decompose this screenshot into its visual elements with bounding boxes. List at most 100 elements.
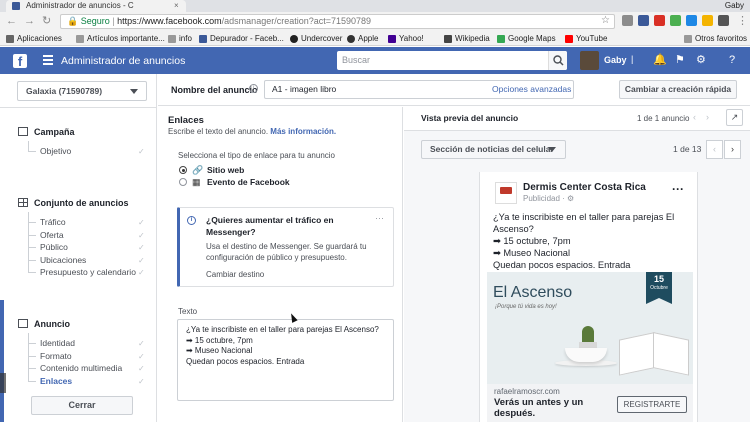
- preview-page-count: 1 de 13: [673, 144, 702, 154]
- gear-icon[interactable]: ⚙: [696, 54, 706, 67]
- info-icon: i: [187, 216, 196, 225]
- radio-website[interactable]: [179, 166, 187, 174]
- browser-tab[interactable]: Administrador de anuncios - C: [6, 0, 186, 12]
- image-subtitle: ¡Porque tú vida es hoy!: [495, 304, 557, 310]
- bookmark-item[interactable]: Yahoo!: [388, 31, 424, 46]
- calendar-icon: ▦: [192, 177, 201, 187]
- page-name[interactable]: Dermis Center Costa Rica: [523, 182, 646, 194]
- bookmark-item[interactable]: Google Maps: [497, 31, 556, 46]
- youtube-icon: [565, 34, 573, 43]
- more-options-icon[interactable]: ···: [375, 213, 384, 223]
- lock-icon: 🔒: [67, 16, 79, 26]
- check-icon: ✓: [138, 147, 145, 156]
- check-icon: ✓: [138, 377, 145, 386]
- account-selector[interactable]: Galaxia (71590789): [17, 81, 147, 101]
- ad-square-icon: [18, 319, 28, 328]
- menu-icon[interactable]: ⋮: [737, 14, 748, 28]
- bookmark-item[interactable]: YouTube: [565, 31, 607, 46]
- ad-text-input[interactable]: ¿Ya te inscribiste en el taller para par…: [177, 319, 394, 401]
- nav-item-identidad[interactable]: Identidad: [40, 338, 75, 349]
- page-logo: [495, 182, 517, 204]
- bookmark-item[interactable]: Apple: [347, 31, 378, 46]
- radio-facebook-event-label[interactable]: Evento de Facebook: [207, 177, 290, 187]
- wikipedia-icon: [444, 34, 452, 43]
- tip-body: Usa el destino de Messenger. Se guardará…: [206, 242, 367, 262]
- quick-create-button[interactable]: Cambiar a creación rápida: [619, 80, 737, 99]
- ad-name-label: Nombre del anuncio: [171, 85, 258, 95]
- tree-line: [28, 235, 36, 236]
- bookmarks-bar: Aplicaciones Artículos importante... inf…: [0, 31, 750, 46]
- info-icon[interactable]: i: [249, 84, 258, 93]
- bookmark-item[interactable]: Artículos importante...: [76, 31, 165, 46]
- close-button[interactable]: Cerrar: [31, 396, 133, 415]
- extension-icon[interactable]: [702, 15, 713, 26]
- advanced-options-link[interactable]: Opciones avanzadas: [492, 84, 571, 95]
- nav-item-publico[interactable]: Público: [40, 242, 68, 253]
- radio-facebook-event[interactable]: [179, 178, 187, 186]
- ad-image[interactable]: El Ascenso ¡Porque tú vida es hoy! 15 Oct…: [487, 272, 693, 384]
- browser-user[interactable]: Gaby: [725, 0, 744, 12]
- nav-section-adset[interactable]: Conjunto de anuncios: [18, 197, 129, 209]
- nav-section-campaign[interactable]: Campaña: [18, 126, 75, 138]
- app-title[interactable]: Administrador de anuncios: [61, 54, 185, 68]
- extension-icon[interactable]: [638, 15, 649, 26]
- more-info-link[interactable]: Más información.: [270, 127, 336, 136]
- forward-icon[interactable]: →: [24, 14, 35, 28]
- radio-website-label[interactable]: Sitio web: [207, 165, 244, 175]
- preview-count: 1 de 1 anuncio: [637, 114, 690, 123]
- bookmark-item[interactable]: Aplicaciones: [6, 31, 62, 46]
- star-icon[interactable]: ☆: [601, 15, 612, 26]
- nav-item-presupuesto[interactable]: Presupuesto y calendario: [40, 267, 136, 278]
- register-button[interactable]: REGISTRARTE: [617, 396, 687, 413]
- next-page-button[interactable]: ›: [724, 140, 741, 159]
- section-title: Enlaces: [168, 115, 204, 126]
- section-subtitle: Escribe el texto del anuncio. Más inform…: [168, 127, 337, 136]
- bookmark-item[interactable]: Depurador - Faceb...: [199, 31, 284, 46]
- extension-icon[interactable]: [686, 15, 697, 26]
- avatar[interactable]: [580, 51, 599, 70]
- extension-icon[interactable]: [654, 15, 665, 26]
- tab-close-icon[interactable]: ×: [174, 0, 179, 12]
- bookmark-item[interactable]: Wikipedia: [444, 31, 490, 46]
- search-input[interactable]: Buscar: [337, 51, 567, 70]
- chevron-right-icon[interactable]: ›: [706, 112, 709, 123]
- address-bar[interactable]: 🔒 Seguro | https://www.facebook.com/adsm…: [60, 14, 615, 29]
- extension-icon[interactable]: [718, 15, 729, 26]
- divider: [0, 107, 157, 108]
- chevron-left-icon[interactable]: ‹: [693, 112, 696, 123]
- bookmark-item[interactable]: Otros favoritos: [684, 31, 747, 46]
- post-text: ¿Ya te inscribiste en el taller para par…: [493, 212, 675, 270]
- nav-item-contenido-multimedia[interactable]: Contenido multimedia: [40, 363, 122, 374]
- nav-item-formato[interactable]: Formato: [40, 351, 72, 362]
- extension-icon[interactable]: [670, 15, 681, 26]
- nav-section-ad[interactable]: Anuncio: [18, 318, 70, 330]
- hamburger-menu-icon[interactable]: [43, 55, 53, 65]
- tree-line: [28, 368, 36, 369]
- open-external-icon[interactable]: ↗: [726, 109, 743, 126]
- change-destination-link[interactable]: Cambiar destino: [206, 270, 264, 280]
- header-username[interactable]: Gaby: [604, 54, 627, 66]
- chevron-down-icon: [130, 89, 138, 94]
- nav-item-enlaces[interactable]: Enlaces: [40, 376, 72, 387]
- facebook-logo-icon[interactable]: f: [13, 54, 27, 69]
- nav-item-ubicaciones[interactable]: Ubicaciones: [40, 255, 86, 266]
- nav-item-trafico[interactable]: Tráfico: [40, 217, 66, 228]
- tab-title: Administrador de anuncios - C: [26, 1, 134, 10]
- more-options-icon[interactable]: ···: [672, 183, 684, 195]
- notifications-bell-icon[interactable]: 🔔: [653, 54, 667, 67]
- bookmark-item[interactable]: Undercover: [290, 31, 342, 46]
- search-icon[interactable]: [548, 51, 567, 70]
- back-icon[interactable]: ←: [6, 14, 17, 28]
- help-icon[interactable]: ?: [729, 54, 735, 67]
- nav-item-objetivo[interactable]: Objetivo: [40, 146, 71, 157]
- prev-page-button[interactable]: ‹: [706, 140, 723, 159]
- nav-item-oferta[interactable]: Oferta: [40, 230, 64, 241]
- flag-icon[interactable]: ⚑: [675, 54, 685, 67]
- tree-line: [28, 272, 36, 273]
- apple-icon: [347, 34, 355, 43]
- reload-icon[interactable]: ↻: [42, 14, 51, 28]
- url-host: https://www.facebook.com: [117, 16, 222, 26]
- extension-icon[interactable]: [622, 15, 633, 26]
- bookmark-item[interactable]: info: [168, 31, 192, 46]
- placement-dropdown[interactable]: Sección de noticias del celular: [421, 140, 566, 159]
